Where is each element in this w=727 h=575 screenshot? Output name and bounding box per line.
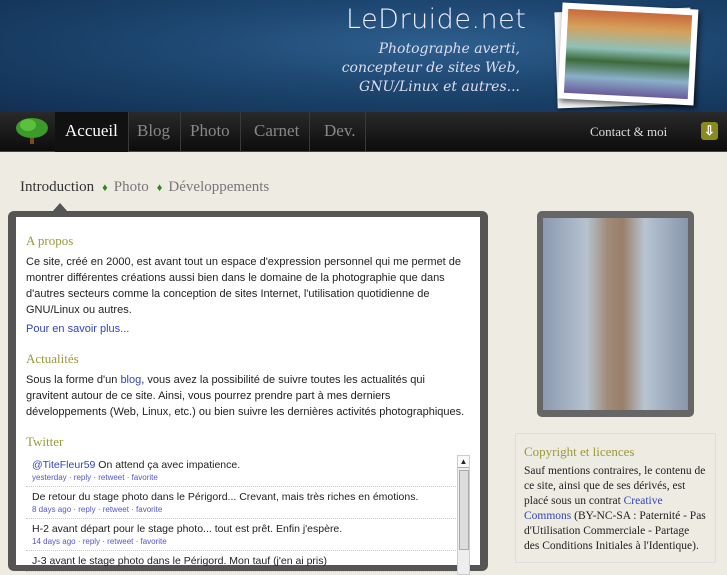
tab-introduction[interactable]: Introduction: [20, 179, 94, 195]
section-apropos: A propos Ce site, créé en 2000, est avan…: [26, 233, 470, 337]
section-twitter: Twitter @TiteFleur59 On attend ça avec i…: [26, 434, 470, 575]
nav-dev[interactable]: Dev.: [314, 112, 367, 152]
tagline-line: GNU/Linux et autres...: [359, 79, 520, 95]
section-title: Twitter: [26, 434, 64, 449]
tweet-scrollbar[interactable]: ▲: [457, 455, 470, 575]
section-actualites: Actualités Sous la forme d'un blog, vous…: [26, 351, 470, 420]
nav-blog[interactable]: Blog: [127, 112, 182, 152]
tab-photo[interactable]: Photo: [114, 179, 149, 195]
more-link[interactable]: Pour en savoir plus...: [26, 323, 129, 335]
nav-photo[interactable]: Photo: [180, 112, 241, 152]
tweet: @TiteFleur59 On attend ça avec impatienc…: [26, 455, 470, 487]
scroll-up-icon[interactable]: ▲: [458, 456, 469, 468]
tagline-line: Photographe averti,: [378, 41, 520, 57]
section-title: A propos: [26, 233, 74, 248]
tagline-line: concepteur de sites Web,: [341, 60, 520, 76]
text: Sous la forme d'un: [26, 374, 121, 386]
scroll-thumb[interactable]: [459, 470, 469, 550]
actus-text: Sous la forme d'un blog, vous avez la po…: [26, 372, 470, 420]
tweet-text: J-3 avant le stage photo dans le Périgor…: [32, 555, 327, 567]
download-icon[interactable]: ⇩: [701, 122, 718, 140]
nav-accueil[interactable]: Accueil: [55, 112, 129, 152]
main-nav: Accueil Blog Photo Carnet Dev. Contact &…: [0, 112, 727, 152]
tweet-meta[interactable]: yesterday · reply · retweet · favorite: [32, 472, 450, 483]
diamond-separator-icon: ♦: [102, 182, 108, 194]
copyright-text: Sauf mentions contraires, le contenu de …: [524, 464, 707, 554]
featured-photo[interactable]: [537, 211, 694, 417]
section-title: Actualités: [26, 351, 79, 366]
diamond-separator-icon: ♦: [156, 182, 163, 194]
site-header: LeDruide.net Photographe averti, concept…: [0, 0, 727, 112]
tweet: J-3 avant le stage photo dans le Périgor…: [26, 551, 470, 572]
blog-link[interactable]: blog: [120, 374, 141, 386]
apropos-text: Ce site, créé en 2000, est avant tout un…: [26, 256, 462, 316]
tweet-text: De retour du stage photo dans le Périgor…: [32, 491, 419, 503]
tweet-list: @TiteFleur59 On attend ça avec impatienc…: [26, 455, 470, 575]
tweet-text: On attend ça avec impatience.: [95, 459, 241, 471]
mention-link[interactable]: @TiteFleur59: [32, 459, 95, 471]
tweet: H-2 avant départ pour le stage photo... …: [26, 519, 470, 551]
site-logo[interactable]: LeDruide.net: [346, 4, 526, 35]
tweet: De retour du stage photo dans le Périgor…: [26, 487, 470, 519]
tweet-text: H-2 avant départ pour le stage photo... …: [32, 523, 343, 535]
text: Sauf mentions contraires, le contenu de …: [524, 465, 706, 507]
tab-developpements[interactable]: Développements: [168, 179, 269, 195]
copyright-box: Copyright et licences Sauf mentions cont…: [515, 433, 716, 563]
nav-carnet[interactable]: Carnet: [244, 112, 311, 152]
content-panel: A propos Ce site, créé en 2000, est avan…: [8, 211, 488, 575]
section-title: Copyright et licences: [524, 444, 635, 459]
tweet-meta[interactable]: 8 days ago · reply · retweet · favorite: [32, 504, 450, 515]
header-photo: [557, 2, 699, 106]
tree-logo-icon[interactable]: [15, 116, 49, 146]
tagline: Photographe averti, concepteur de sites …: [330, 40, 520, 97]
nav-contact[interactable]: Contact & moi: [590, 124, 667, 140]
sub-tabs: Introduction ♦ Photo ♦ Développements: [20, 179, 275, 196]
tweet-meta[interactable]: 14 days ago · reply · retweet · favorite: [32, 536, 450, 547]
